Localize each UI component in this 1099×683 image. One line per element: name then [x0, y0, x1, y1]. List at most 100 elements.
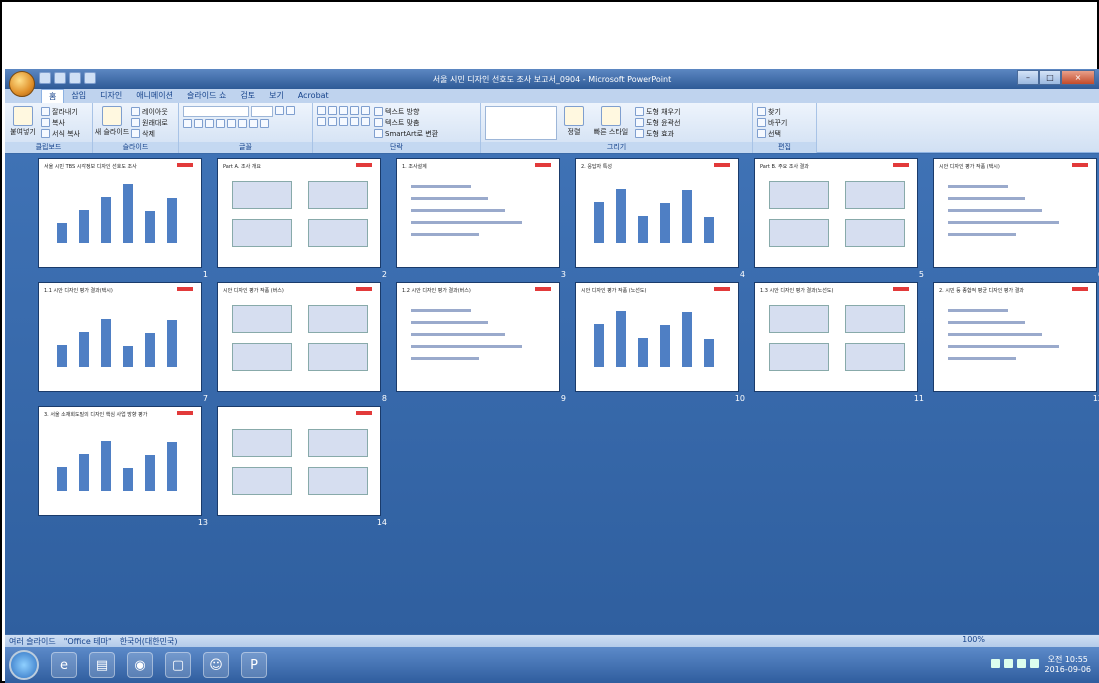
- slide-thumbnail[interactable]: 시안 디자인 평가 작품 (노선도): [575, 282, 739, 392]
- slide-thumbnail[interactable]: 서울 시민 TBS 시각정보 디자인 선호도 조사: [38, 158, 202, 268]
- tray-icon[interactable]: [1004, 659, 1013, 668]
- find-button[interactable]: 찾기: [757, 106, 812, 117]
- bold-icon[interactable]: [183, 119, 192, 128]
- binoculars-icon: [757, 107, 766, 116]
- close-button[interactable]: ×: [1061, 70, 1095, 85]
- slide-thumbnail[interactable]: 2. 응답자 특성: [575, 158, 739, 268]
- tab-animation[interactable]: 애니메이션: [129, 89, 180, 103]
- clock[interactable]: 오전 10:55 2016-09-06: [1045, 655, 1092, 675]
- ie-icon[interactable]: e: [51, 652, 77, 678]
- select-button[interactable]: 선택: [757, 128, 812, 139]
- replace-button[interactable]: 바꾸기: [757, 117, 812, 128]
- zoom-level[interactable]: 100%: [958, 635, 989, 644]
- columns-icon[interactable]: [361, 117, 370, 126]
- slide-logo: [893, 163, 909, 167]
- slide-title: Part B. 주요 조사 결과: [760, 164, 809, 170]
- tab-acrobat[interactable]: Acrobat: [291, 89, 336, 103]
- align-center-icon[interactable]: [328, 117, 337, 126]
- indent-increase-icon[interactable]: [350, 106, 359, 115]
- slide-thumbnail[interactable]: [217, 406, 381, 516]
- font-size-select[interactable]: [251, 106, 273, 117]
- powerpoint-window: 서울 시민 디자인 선호도 조사 보고서_0904 - Microsoft Po…: [5, 69, 1099, 683]
- image-block: [769, 181, 829, 209]
- align-left-icon[interactable]: [317, 117, 326, 126]
- slide-thumbnail[interactable]: 1.2 시안 디자인 평가 결과(버스): [396, 282, 560, 392]
- tab-view[interactable]: 보기: [262, 89, 291, 103]
- tab-slideshow[interactable]: 슬라이드 쇼: [180, 89, 233, 103]
- tray-icon[interactable]: [1017, 659, 1026, 668]
- case-icon[interactable]: [249, 119, 258, 128]
- paste-button[interactable]: 붙여넣기: [9, 126, 37, 137]
- slide-title: 서울 시민 TBS 시각정보 디자인 선호도 조사: [44, 164, 137, 170]
- outline-icon: [635, 118, 644, 127]
- text-align-button[interactable]: 텍스트 맞춤: [374, 117, 438, 128]
- arrange-icon[interactable]: [564, 106, 584, 126]
- slide-thumbnail[interactable]: 시안 디자인 평가 작품 (택시): [933, 158, 1097, 268]
- slide-thumbnail[interactable]: Part B. 주요 조사 결과: [754, 158, 918, 268]
- font-name-select[interactable]: [183, 106, 249, 117]
- shape-outline-button[interactable]: 도형 윤곽선: [635, 117, 680, 128]
- slide-thumbnail[interactable]: 1. 조사설계: [396, 158, 560, 268]
- new-slide-button[interactable]: 새 슬라이드: [95, 126, 129, 137]
- slide-thumbnail[interactable]: 2. 시민 등 종합적 평균 디자인 평가 결과: [933, 282, 1097, 392]
- shapes-gallery[interactable]: [485, 106, 557, 140]
- cut-button[interactable]: 잘라내기: [41, 106, 80, 117]
- slide-thumbnail[interactable]: 3. 서울 소재회도밀의 디자인 핵심 사업 방향 평가: [38, 406, 202, 516]
- bullets-icon[interactable]: [317, 106, 326, 115]
- chrome-icon[interactable]: ◉: [127, 652, 153, 678]
- paste-icon[interactable]: [13, 106, 33, 126]
- align-right-icon[interactable]: [339, 117, 348, 126]
- spacing-icon[interactable]: [238, 119, 247, 128]
- chart-bar: [167, 320, 177, 367]
- quick-styles-button[interactable]: 빠른 스타일: [591, 126, 631, 137]
- reset-button[interactable]: 원래대로: [131, 117, 168, 128]
- slide-thumbnail[interactable]: Part A. 조사 개요: [217, 158, 381, 268]
- underline-icon[interactable]: [205, 119, 214, 128]
- messenger-icon[interactable]: ☺: [203, 652, 229, 678]
- tab-insert[interactable]: 삽입: [64, 89, 93, 103]
- shadow-icon[interactable]: [227, 119, 236, 128]
- tab-home[interactable]: 홈: [41, 89, 65, 103]
- delete-slide-button[interactable]: 삭제: [131, 128, 168, 139]
- layout-button[interactable]: 레이아웃: [131, 106, 168, 117]
- grow-font-icon[interactable]: [275, 106, 284, 115]
- indent-decrease-icon[interactable]: [339, 106, 348, 115]
- image-block: [308, 467, 368, 495]
- group-label-slides: 슬라이드: [93, 142, 178, 153]
- justify-icon[interactable]: [350, 117, 359, 126]
- slide-thumbnail[interactable]: 1.3 시안 디자인 평가 결과(노선도): [754, 282, 918, 392]
- tab-review[interactable]: 검토: [233, 89, 262, 103]
- arrange-button[interactable]: 정렬: [561, 126, 587, 137]
- slide-content: [228, 425, 370, 505]
- font-color-icon[interactable]: [260, 119, 269, 128]
- line-spacing-icon[interactable]: [361, 106, 370, 115]
- maximize-button[interactable]: □: [1039, 70, 1061, 85]
- slide-thumbnail[interactable]: 시안 디자인 평가 작품 (버스): [217, 282, 381, 392]
- group-paragraph: 텍스트 방향 텍스트 맞춤 SmartArt로 변환 단락: [313, 103, 481, 153]
- start-button[interactable]: [9, 650, 39, 680]
- powerpoint-icon[interactable]: P: [241, 652, 267, 678]
- smartart-button[interactable]: SmartArt로 변환: [374, 128, 438, 139]
- explorer-icon[interactable]: ▤: [89, 652, 115, 678]
- shape-fill-button[interactable]: 도형 채우기: [635, 106, 680, 117]
- text-direction-button[interactable]: 텍스트 방향: [374, 106, 438, 117]
- format-painter-button[interactable]: 서식 복사: [41, 128, 80, 139]
- tray-icon[interactable]: [1030, 659, 1039, 668]
- tray-icon[interactable]: [991, 659, 1000, 668]
- slide-thumbnail[interactable]: 1.1 시안 디자인 평가 결과(택시): [38, 282, 202, 392]
- tab-design[interactable]: 디자인: [93, 89, 129, 103]
- quick-styles-icon[interactable]: [601, 106, 621, 126]
- numbering-icon[interactable]: [328, 106, 337, 115]
- italic-icon[interactable]: [194, 119, 203, 128]
- slide-number: 12: [1092, 394, 1099, 403]
- strikethrough-icon[interactable]: [216, 119, 225, 128]
- chart-bar: [638, 338, 648, 367]
- new-slide-icon[interactable]: [102, 106, 122, 126]
- copy-button[interactable]: 복사: [41, 117, 80, 128]
- shrink-font-icon[interactable]: [286, 106, 295, 115]
- app-icon[interactable]: ▢: [165, 652, 191, 678]
- minimize-button[interactable]: –: [1017, 70, 1039, 85]
- group-clipboard: 붙여넣기 잘라내기 복사 서식 복사 클립보드: [5, 103, 93, 153]
- office-button[interactable]: [9, 71, 35, 97]
- shape-effects-button[interactable]: 도형 효과: [635, 128, 680, 139]
